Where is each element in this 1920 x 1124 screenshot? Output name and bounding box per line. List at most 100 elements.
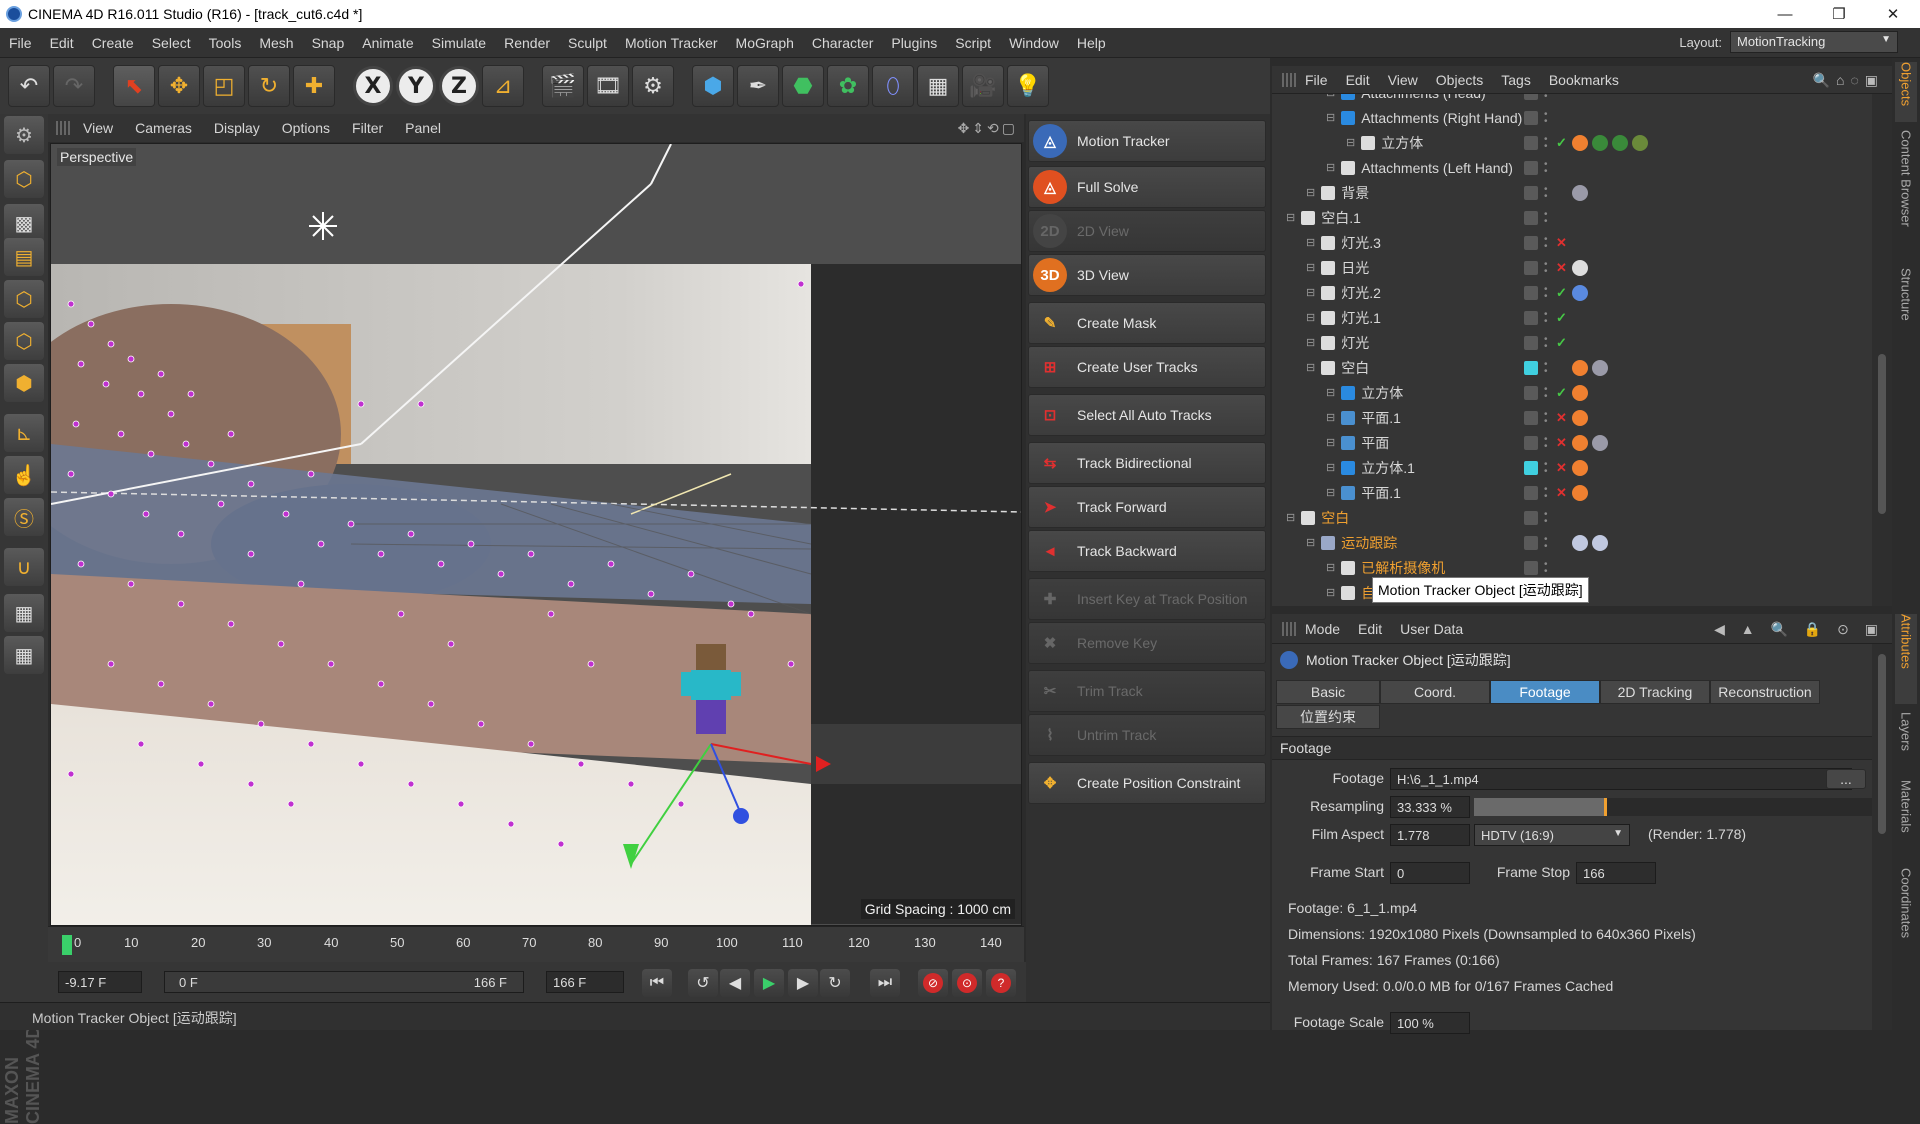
snap-button[interactable]: ∪ (4, 548, 44, 586)
disabled-x-icon[interactable]: ✕ (1556, 485, 1567, 501)
model-mode-button[interactable]: ⬡ (4, 160, 44, 198)
resampling-field[interactable]: 33.333 % (1390, 796, 1470, 818)
add-light-button[interactable]: 💡 (1007, 65, 1049, 107)
object-row[interactable]: ⊟ 灯光.2 • • ✓ (1272, 280, 1872, 305)
layer-swatch-icon[interactable] (1524, 435, 1538, 450)
track-backward-button[interactable]: ◄ Track Backward (1028, 530, 1266, 572)
layer-swatch-icon[interactable] (1524, 110, 1538, 125)
enabled-check-icon[interactable]: ✓ (1556, 310, 1567, 326)
go-to-start-button[interactable]: ⏮ (642, 969, 672, 997)
viewport-menu-filter[interactable]: Filter (341, 120, 394, 136)
object-visibility-flags[interactable]: • • (1524, 209, 1550, 226)
tweak-mode-button[interactable]: ☝ (4, 456, 44, 494)
coordinate-system-button[interactable]: ⊿ (482, 65, 524, 107)
object-row[interactable]: ⊟ 灯光 • • ✓ (1272, 330, 1872, 355)
disabled-x-icon[interactable]: ✕ (1556, 260, 1567, 276)
solo-mode-button[interactable]: Ⓢ (4, 498, 44, 536)
layer-swatch-icon[interactable] (1524, 235, 1538, 250)
add-camera-button[interactable]: 🎥 (962, 65, 1004, 107)
side-tab-objects[interactable]: Objects (1895, 62, 1917, 122)
object-visibility-flags[interactable]: • • (1524, 184, 1550, 201)
viewport-menu-cameras[interactable]: Cameras (124, 120, 203, 136)
visibility-dots-icon[interactable]: • • (1544, 94, 1550, 101)
add-scene-button[interactable]: ▦ (917, 65, 959, 107)
visibility-dots-icon[interactable]: • • (1544, 334, 1550, 351)
side-tab-attributes[interactable]: Attributes (1895, 614, 1917, 704)
workplane-snap-button[interactable]: ▦ (4, 636, 44, 674)
disabled-x-icon[interactable]: ✕ (1556, 460, 1567, 476)
workplane-mode-button[interactable]: ▤ (4, 238, 44, 276)
enabled-check-icon[interactable]: ✓ (1556, 335, 1567, 351)
timeline-ruler[interactable]: 0 10 20 30 40 50 60 70 80 90 100 110 120… (48, 926, 1134, 962)
visibility-dots-icon[interactable]: • • (1544, 159, 1550, 176)
undo-button[interactable]: ↶ (8, 65, 50, 107)
object-row[interactable]: ⊟ 平面 • • ✕ (1272, 430, 1872, 455)
object-menu-tags[interactable]: Tags (1492, 72, 1540, 88)
menu-edit[interactable]: Edit (41, 35, 83, 51)
frame-start-field[interactable]: 0 (1390, 862, 1470, 884)
z-axis-lock-button[interactable]: Z (439, 66, 479, 106)
viewport-menu-view[interactable]: View (72, 120, 124, 136)
scrollbar-thumb[interactable] (1878, 654, 1886, 834)
tab-coord[interactable]: Coord. (1380, 680, 1490, 704)
tag-icon[interactable] (1592, 134, 1608, 151)
layout-select[interactable]: MotionTracking ▼ (1730, 31, 1898, 53)
expand-toggle-icon[interactable]: ⊟ (1286, 211, 1295, 224)
visibility-dots-icon[interactable]: • • (1544, 459, 1550, 476)
attr-menu-mode[interactable]: Mode (1296, 621, 1349, 637)
layer-swatch-icon[interactable] (1524, 560, 1538, 575)
scale-tool-button[interactable]: ◰ (203, 65, 245, 107)
expand-toggle-icon[interactable]: ⊟ (1326, 111, 1335, 124)
expand-toggle-icon[interactable]: ⊟ (1326, 586, 1335, 599)
tag-icon[interactable] (1592, 434, 1608, 451)
timeline-end-field[interactable]: 166 F (546, 971, 624, 993)
add-mograph-button[interactable]: ✿ (827, 65, 869, 107)
side-tab-materials[interactable]: Materials (1895, 780, 1917, 860)
object-visibility-flags[interactable]: • • (1524, 359, 1550, 376)
viewport-menu-display[interactable]: Display (203, 120, 271, 136)
recent-tool-button[interactable]: ✚ (293, 65, 335, 107)
keyframe-selection-button[interactable]: ? (986, 969, 1016, 997)
close-button[interactable]: ✕ (1866, 0, 1920, 28)
visibility-dots-icon[interactable]: • • (1544, 209, 1550, 226)
timeline-range-slider[interactable]: 0 F 166 F (164, 971, 524, 993)
menu-select[interactable]: Select (143, 35, 200, 51)
object-row[interactable]: ⊟ 立方体 • • ✓ (1272, 380, 1872, 405)
tag-icon[interactable] (1572, 359, 1588, 376)
tag-icon[interactable] (1572, 134, 1588, 151)
expand-toggle-icon[interactable]: ⊟ (1306, 361, 1315, 374)
add-cube-button[interactable]: ⬢ (692, 65, 734, 107)
next-frame-button[interactable]: ▶ (788, 969, 818, 997)
side-tab-content-browser[interactable]: Content Browser (1895, 130, 1917, 260)
menu-window[interactable]: Window (1000, 35, 1068, 51)
record-active-objects-button[interactable]: ⊘ (918, 969, 948, 997)
tab-2d-tracking[interactable]: 2D Tracking (1600, 680, 1710, 704)
object-row[interactable]: ⊟ 背景 • • (1272, 180, 1872, 205)
object-visibility-flags[interactable]: • • ✕ (1524, 234, 1567, 251)
layer-swatch-icon[interactable] (1524, 260, 1538, 275)
side-tab-layers[interactable]: Layers (1895, 712, 1917, 772)
visibility-dots-icon[interactable]: • • (1544, 434, 1550, 451)
tag-icon[interactable] (1572, 409, 1588, 426)
object-menu-edit[interactable]: Edit (1337, 72, 1379, 88)
object-visibility-flags[interactable]: • • ✕ (1524, 459, 1567, 476)
disabled-x-icon[interactable]: ✕ (1556, 235, 1567, 251)
enabled-check-icon[interactable]: ✓ (1556, 135, 1567, 151)
menu-script[interactable]: Script (946, 35, 1000, 51)
motion-tracker-button[interactable]: ◬ Motion Tracker (1028, 120, 1266, 162)
object-row[interactable]: ⊟ 灯光.1 • • ✓ (1272, 305, 1872, 330)
tag-icon[interactable] (1572, 284, 1588, 301)
disabled-x-icon[interactable]: ✕ (1556, 435, 1567, 451)
object-row[interactable]: ⊟ 日光 • • ✕ (1272, 255, 1872, 280)
visibility-dots-icon[interactable]: • • (1544, 309, 1550, 326)
render-view-button[interactable]: 🎬 (542, 65, 584, 107)
tag-icon[interactable] (1572, 534, 1588, 551)
film-aspect-preset-select[interactable]: HDTV (16:9) ▼ (1474, 824, 1630, 846)
visibility-dots-icon[interactable]: • • (1544, 509, 1550, 526)
menu-file[interactable]: File (0, 35, 41, 51)
expand-toggle-icon[interactable]: ⊟ (1306, 336, 1315, 349)
tag-icon[interactable] (1612, 134, 1628, 151)
viewport-menu-panel[interactable]: Panel (394, 120, 452, 136)
menu-sculpt[interactable]: Sculpt (559, 35, 616, 51)
visibility-dots-icon[interactable]: • • (1544, 259, 1550, 276)
